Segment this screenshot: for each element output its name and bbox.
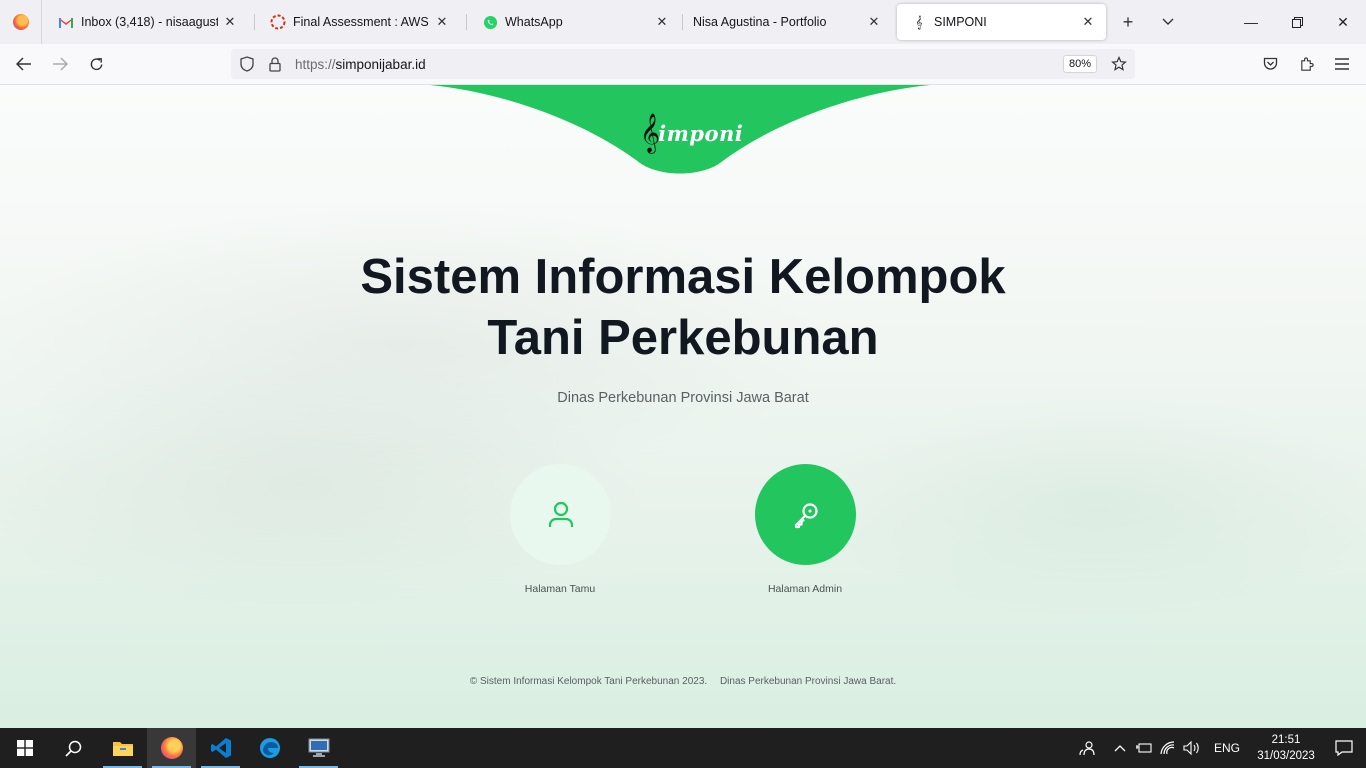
volume-icon[interactable] — [1180, 728, 1204, 768]
simponi-logo[interactable]: 𝄞 imponi — [640, 103, 743, 163]
clock-date: 31/03/2023 — [1257, 750, 1315, 762]
edge-icon[interactable] — [245, 728, 294, 768]
firefox-taskbar-icon[interactable] — [147, 728, 196, 768]
tab-aws[interactable]: Final Assessment : AWS Acade ✕ — [256, 4, 460, 40]
violin-icon: 𝄞 — [915, 14, 923, 29]
close-icon[interactable]: ✕ — [222, 14, 238, 30]
notification-icon[interactable] — [1322, 728, 1366, 768]
hamburger-menu-icon[interactable] — [1324, 48, 1360, 80]
footer-copyright: © Sistem Informasi Kelompok Tani Perkebu… — [469, 676, 708, 687]
tab-title: WhatsApp — [505, 15, 563, 29]
tab-gmail[interactable]: Inbox (3,418) - nisaagustiina@ ✕ — [44, 4, 248, 40]
chevron-up-icon[interactable] — [1108, 728, 1132, 768]
wifi-icon[interactable] — [1156, 728, 1180, 768]
footer-agency: Dinas Perkebunan Provinsi Jawa Barat. — [719, 676, 897, 687]
minimize-icon[interactable]: — — [1228, 0, 1274, 44]
page-title: Sistem Informasi Kelompok Tani Perkebuna… — [283, 247, 1083, 369]
search-icon[interactable] — [49, 728, 98, 768]
vscode-icon[interactable] — [196, 728, 245, 768]
extensions-icon[interactable] — [1288, 48, 1324, 80]
reload-icon[interactable] — [78, 48, 114, 80]
windows-taskbar: ENG 21:51 31/03/2023 — [0, 728, 1366, 768]
whatsapp-icon — [482, 14, 498, 30]
shield-icon[interactable] — [233, 49, 261, 79]
restore-icon[interactable] — [1274, 0, 1320, 44]
window-controls: — ✕ — [1228, 0, 1366, 44]
violin-logo-icon: 𝄞 — [640, 114, 661, 152]
battery-icon[interactable] — [1132, 728, 1156, 768]
tab-tools: + — [1112, 0, 1184, 44]
close-icon[interactable]: ✕ — [654, 14, 670, 30]
tab-bar: Inbox (3,418) - nisaagustiina@ ✕ Final A… — [0, 0, 1366, 44]
list-all-tabs-icon[interactable] — [1152, 6, 1184, 38]
close-window-icon[interactable]: ✕ — [1320, 0, 1366, 44]
aws-academy-icon — [270, 14, 286, 30]
remote-desktop-icon[interactable] — [294, 728, 343, 768]
page-content: 𝄞 imponi Sistem Informasi Kelompok Tani … — [0, 85, 1366, 728]
tab-portfolio[interactable]: Nisa Agustina - Portfolio ✕ — [684, 4, 892, 40]
clock-time: 21:51 — [1271, 734, 1301, 746]
lock-icon[interactable] — [261, 49, 289, 79]
url-text[interactable]: https://simponijabar.id — [295, 57, 1063, 72]
gmail-icon — [58, 14, 74, 30]
close-icon[interactable]: ✕ — [434, 14, 450, 30]
url-bar[interactable]: https://simponijabar.id 80% — [231, 49, 1135, 79]
close-icon[interactable]: ✕ — [1080, 14, 1096, 30]
forward-icon[interactable] — [42, 48, 78, 80]
admin-page-button[interactable] — [755, 464, 856, 565]
guest-page-label[interactable]: Halaman Tamu — [480, 583, 640, 595]
title-line-2: Tani Perkebunan — [487, 311, 879, 365]
tab-simponi[interactable]: 𝄞 SIMPONI ✕ — [897, 4, 1106, 40]
tab-title: SIMPONI — [934, 15, 987, 29]
close-icon[interactable]: ✕ — [866, 14, 882, 30]
language-indicator[interactable]: ENG — [1204, 741, 1250, 755]
tab-whatsapp[interactable]: WhatsApp ✕ — [468, 4, 680, 40]
tab-title: Final Assessment : AWS Acade — [293, 15, 430, 29]
key-icon — [794, 502, 818, 528]
user-icon — [548, 501, 573, 527]
page-footer: © Sistem Informasi Kelompok Tani Perkebu… — [383, 676, 983, 687]
rice-terrace-background — [0, 85, 1366, 728]
guest-page-button[interactable] — [510, 464, 611, 565]
navigation-bar: https://simponijabar.id 80% — [0, 44, 1366, 85]
system-tray: ENG 21:51 31/03/2023 — [1070, 728, 1366, 768]
firefox-menu-icon[interactable] — [0, 0, 42, 44]
windows-start-icon[interactable] — [0, 728, 49, 768]
back-icon[interactable] — [6, 48, 42, 80]
admin-page-label[interactable]: Halaman Admin — [725, 583, 885, 595]
file-explorer-icon[interactable] — [98, 728, 147, 768]
toolbar-right — [1252, 48, 1360, 80]
people-icon[interactable] — [1070, 728, 1104, 768]
logo-word: imponi — [658, 120, 744, 146]
tab-title: Inbox (3,418) - nisaagustiina@ — [81, 15, 218, 29]
clock[interactable]: 21:51 31/03/2023 — [1250, 732, 1322, 764]
tab-title: Nisa Agustina - Portfolio — [693, 15, 827, 29]
pocket-icon[interactable] — [1252, 48, 1288, 80]
title-line-1: Sistem Informasi Kelompok — [360, 250, 1006, 304]
page-subtitle: Dinas Perkebunan Provinsi Jawa Barat — [557, 390, 809, 406]
new-tab-icon[interactable]: + — [1112, 6, 1144, 38]
zoom-level-button[interactable]: 80% — [1062, 55, 1097, 73]
bookmark-star-icon[interactable] — [1105, 49, 1133, 79]
